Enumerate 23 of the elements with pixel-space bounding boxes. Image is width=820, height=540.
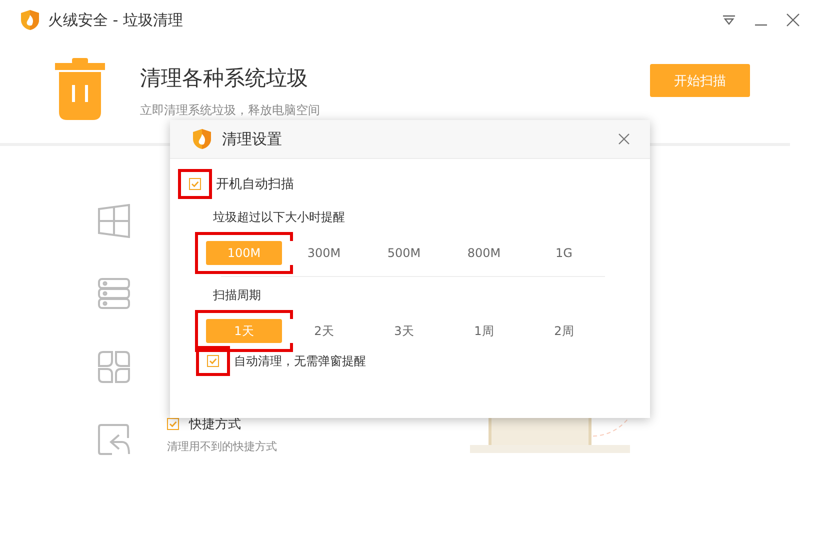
- category-title: 快捷方式: [189, 416, 241, 433]
- shortcut-icon: [97, 423, 131, 457]
- page-title: 清理各种系统垃圾: [140, 65, 309, 92]
- checkbox[interactable]: [189, 178, 201, 190]
- close-icon[interactable]: [618, 133, 630, 145]
- checkbox-label: 开机自动扫描: [216, 176, 294, 193]
- section-label: 垃圾超过以下大小时提醒: [213, 209, 346, 226]
- trash-icon: [55, 58, 105, 120]
- window-title: 火绒安全 - 垃圾清理: [48, 10, 183, 30]
- windows-icon: [97, 204, 131, 238]
- logo-icon: [20, 9, 40, 31]
- close-icon[interactable]: [786, 13, 800, 27]
- page-subtitle: 立即清理系统垃圾，释放电脑空间: [140, 102, 320, 119]
- checkbox-label: 自动清理，无需弹窗提醒: [234, 352, 366, 370]
- dialog-title: 清理设置: [222, 130, 282, 148]
- checkbox[interactable]: [167, 418, 179, 430]
- logo-icon: [192, 128, 212, 150]
- grid-icon: [97, 350, 131, 384]
- menu-icon[interactable]: [722, 14, 736, 26]
- category-description: 清理用不到的快捷方式: [167, 439, 277, 454]
- section-label: 扫描周期: [213, 287, 262, 304]
- server-icon: [97, 277, 131, 311]
- checkbox[interactable]: [207, 355, 219, 367]
